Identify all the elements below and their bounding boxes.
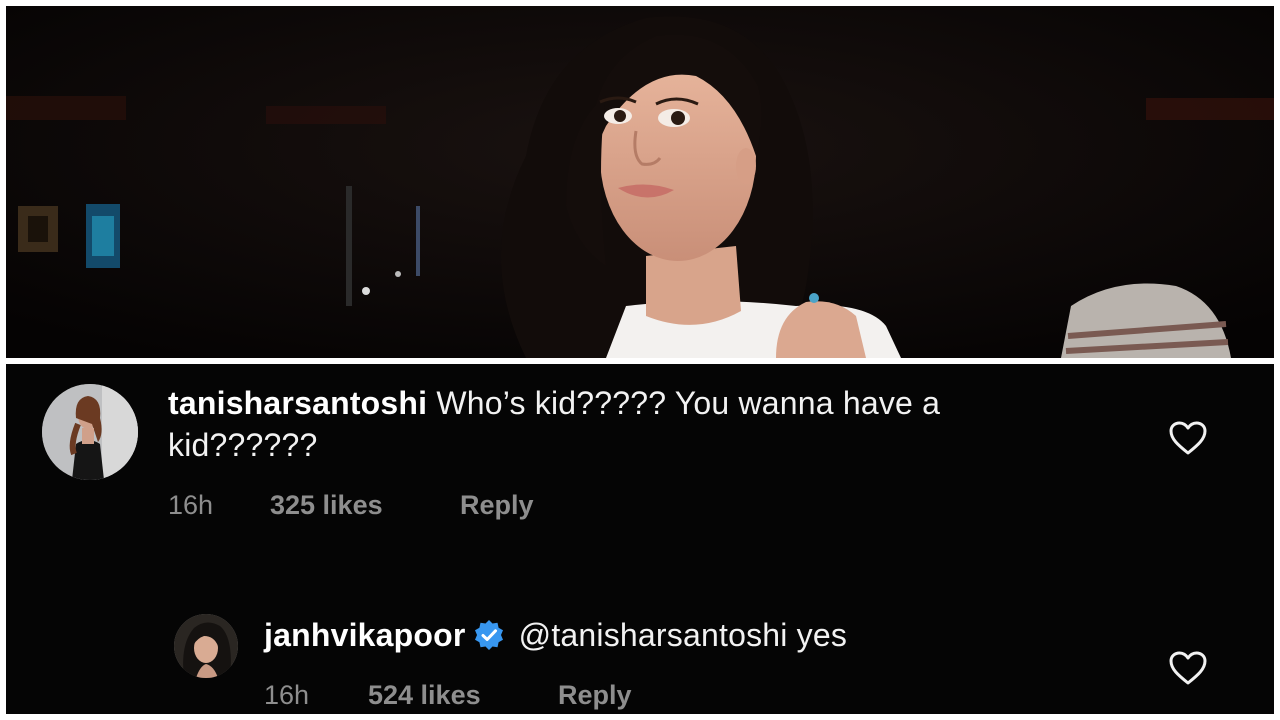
- comment-text: janhvikapoor @tanisharsantoshi yes: [264, 614, 1164, 656]
- reply-button[interactable]: Reply: [460, 490, 534, 521]
- reply-button[interactable]: Reply: [558, 680, 632, 711]
- comment-body: @tanisharsantoshi yes: [518, 617, 848, 653]
- timestamp: 16h: [264, 680, 310, 710]
- avatar[interactable]: [174, 614, 238, 678]
- likes-count[interactable]: 524 likes: [368, 680, 481, 711]
- heart-outline-icon[interactable]: [1168, 420, 1208, 456]
- photo: [6, 6, 1274, 358]
- verified-badge-icon: [472, 618, 506, 652]
- collage: tanisharsantoshi Who’s kid????? You wann…: [0, 0, 1280, 720]
- heart-outline-icon[interactable]: [1168, 650, 1208, 686]
- comment-text: tanisharsantoshi Who’s kid????? You wann…: [168, 382, 1098, 466]
- comments-panel: tanisharsantoshi Who’s kid????? You wann…: [6, 364, 1274, 714]
- avatar[interactable]: [42, 384, 138, 480]
- likes-count[interactable]: 325 likes: [270, 490, 383, 521]
- username[interactable]: janhvikapoor: [264, 617, 466, 653]
- timestamp: 16h: [168, 490, 214, 520]
- username[interactable]: tanisharsantoshi: [168, 385, 427, 421]
